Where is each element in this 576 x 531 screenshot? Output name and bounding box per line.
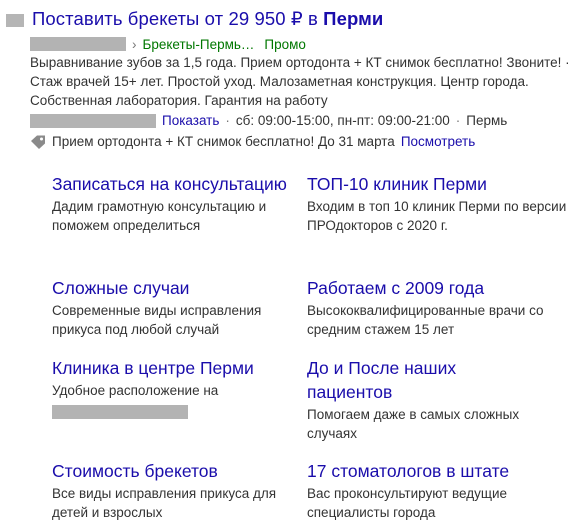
sitelink-title[interactable]: ТОП-10 клиник Перми: [307, 172, 567, 196]
sitelink-desc: Дадим грамотную консультацию и поможем о…: [52, 199, 267, 233]
sitelink-title[interactable]: Сложные случаи: [52, 276, 288, 300]
sitelink-title[interactable]: Стоимость брекетов: [52, 459, 288, 483]
schedule-text: сб: 09:00-15:00, пн-пт: 09:00-21:00: [235, 113, 450, 128]
site-favicon-icon: [6, 13, 24, 27]
location-text: Пермь: [466, 113, 508, 128]
sitelink-complex-cases: Сложные случаи Современные виды исправле…: [52, 276, 288, 339]
url-separator: ›: [132, 36, 137, 52]
ad-title-prefix[interactable]: Поставить брекеты от 29 950 ₽ в: [32, 8, 323, 29]
sitelink-title[interactable]: Записаться на консультацию: [52, 172, 288, 196]
redacted-address: [52, 405, 188, 420]
sitelink-desc: Удобное расположение на: [52, 383, 219, 398]
sitelink-title[interactable]: Работаем с 2009 года: [307, 276, 567, 300]
ad-description: Выравнивание зубов за 1,5 года. Прием ор…: [30, 55, 570, 108]
sitelink-desc: Все виды исправления прикуса для детей и…: [52, 486, 277, 520]
sitelink-desc: Входим в топ 10 клиник Перми по версии П…: [307, 199, 567, 233]
ad-url-path-link[interactable]: Брекеты-Пермь…: [143, 37, 255, 52]
sitelink-top10: ТОП-10 клиник Перми Входим в топ 10 клин…: [307, 172, 567, 235]
sitelink-city-center: Клиника в центре Перми Удобное расположе…: [52, 356, 288, 421]
redacted-phone: [30, 113, 156, 128]
ad-promo-row: Прием ортодонта + КТ снимок бесплатно! Д…: [30, 132, 475, 151]
sitelink-title[interactable]: Клиника в центре Перми: [52, 356, 288, 380]
price-tag-icon: [31, 135, 45, 149]
ad-title-row: Поставить брекеты от 29 950 ₽ в Перми: [6, 8, 383, 30]
promo-view-link[interactable]: Посмотреть: [401, 134, 475, 149]
sitelink-desc: Современные виды исправления прикуса под…: [52, 303, 262, 337]
ad-title-link[interactable]: Поставить брекеты от 29 950 ₽ в Перми: [32, 8, 383, 30]
sitelink-17-dentists: 17 стоматологов в штате Вас проконсульти…: [307, 459, 567, 522]
sitelink-since-2009: Работаем с 2009 года Высококвалифицирова…: [307, 276, 567, 339]
ad-url-row: › Брекеты-Пермь… Промо: [30, 35, 306, 53]
separator-dot: ·: [455, 113, 461, 128]
separator-dot: ·: [225, 113, 230, 128]
sitelink-desc: Вас проконсультируют ведущие специалисты…: [307, 486, 508, 520]
redacted-domain: [30, 37, 126, 51]
sitelink-desc: Высококвалифицированные врачи со средним…: [307, 303, 544, 337]
ad-contact-row: Показать · сб: 09:00-15:00, пн-пт: 09:00…: [30, 111, 507, 130]
show-phone-link[interactable]: Показать: [162, 113, 219, 128]
sitelink-desc: Помогаем даже в самых сложных случаях: [307, 407, 520, 441]
sitelink-before-after: До и После наших пациентов Помогаем даже…: [307, 356, 567, 443]
sitelink-title[interactable]: 17 стоматологов в штате: [307, 459, 567, 483]
promo-text: Прием ортодонта + КТ снимок бесплатно! Д…: [52, 134, 395, 149]
sitelink-desc-redacted: [52, 402, 288, 421]
promo-label: Промо: [264, 36, 306, 52]
sitelink-braces-price: Стоимость брекетов Все виды исправления …: [52, 459, 288, 522]
sitelink-title[interactable]: До и После наших пациентов: [307, 356, 497, 404]
sitelink-consultation: Записаться на консультацию Дадим грамотн…: [52, 172, 288, 235]
ad-title-city[interactable]: Перми: [323, 8, 383, 29]
